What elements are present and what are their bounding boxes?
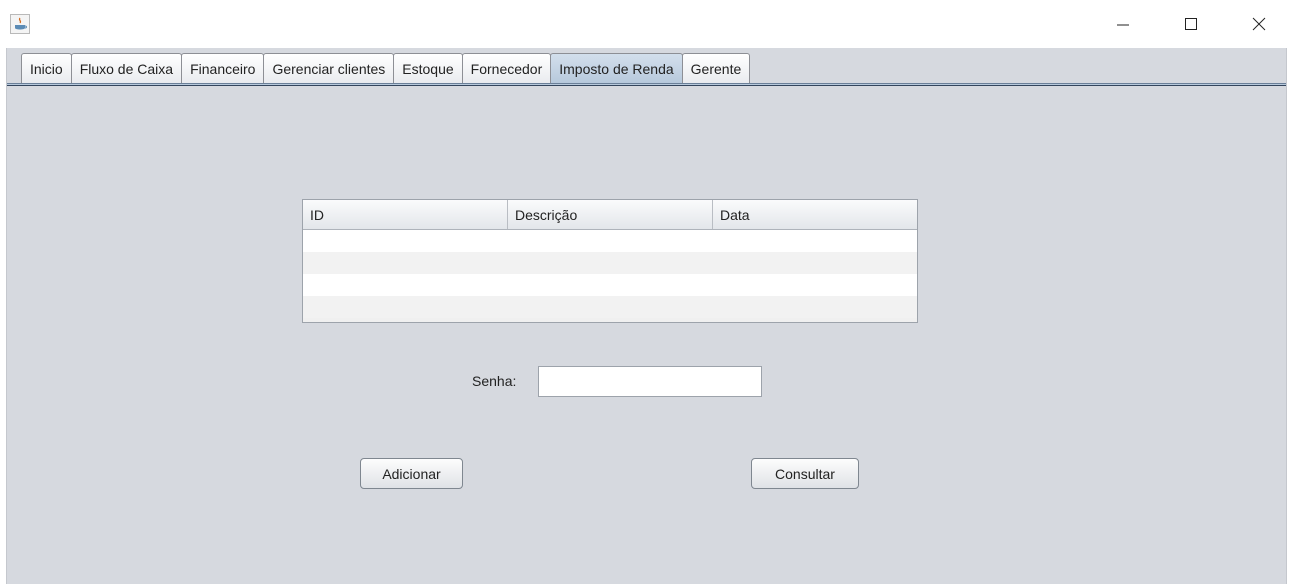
table-row[interactable] bbox=[303, 252, 917, 274]
minimize-icon bbox=[1117, 24, 1129, 26]
tab-gerenciar-clientes[interactable]: Gerenciar clientes bbox=[263, 53, 395, 83]
tab-imposto-de-renda[interactable]: Imposto de Renda bbox=[550, 53, 683, 83]
consultar-button[interactable]: Consultar bbox=[751, 458, 859, 489]
senha-label: Senha: bbox=[472, 373, 517, 389]
tab-gerente[interactable]: Gerente bbox=[681, 53, 751, 83]
close-button[interactable] bbox=[1236, 0, 1282, 48]
tab-financeiro[interactable]: Financeiro bbox=[181, 53, 265, 83]
title-bar bbox=[0, 0, 1291, 48]
table-row[interactable] bbox=[303, 230, 917, 252]
senha-input[interactable] bbox=[538, 366, 762, 397]
table-row[interactable] bbox=[303, 274, 917, 296]
minimize-button[interactable] bbox=[1100, 0, 1146, 48]
column-header-id[interactable]: ID bbox=[303, 200, 508, 229]
tab-fornecedor[interactable]: Fornecedor bbox=[461, 53, 552, 83]
table-header: ID Descrição Data bbox=[303, 200, 917, 230]
maximize-icon bbox=[1185, 18, 1197, 30]
tab-estoque[interactable]: Estoque bbox=[393, 53, 463, 83]
main-frame: Inicio Fluxo de Caixa Financeiro Gerenci… bbox=[6, 48, 1287, 584]
records-table[interactable]: ID Descrição Data bbox=[302, 199, 918, 323]
tab-inicio[interactable]: Inicio bbox=[21, 53, 72, 83]
close-icon bbox=[1252, 17, 1266, 31]
table-row[interactable] bbox=[303, 296, 917, 318]
adicionar-button[interactable]: Adicionar bbox=[360, 458, 463, 489]
column-header-descricao[interactable]: Descrição bbox=[508, 200, 713, 229]
tab-content-border bbox=[7, 83, 1286, 86]
maximize-button[interactable] bbox=[1168, 0, 1214, 48]
tab-strip: Inicio Fluxo de Caixa Financeiro Gerenci… bbox=[21, 53, 751, 84]
column-header-data[interactable]: Data bbox=[713, 200, 917, 229]
tab-fluxo-de-caixa[interactable]: Fluxo de Caixa bbox=[70, 53, 183, 83]
java-app-icon bbox=[10, 14, 30, 34]
